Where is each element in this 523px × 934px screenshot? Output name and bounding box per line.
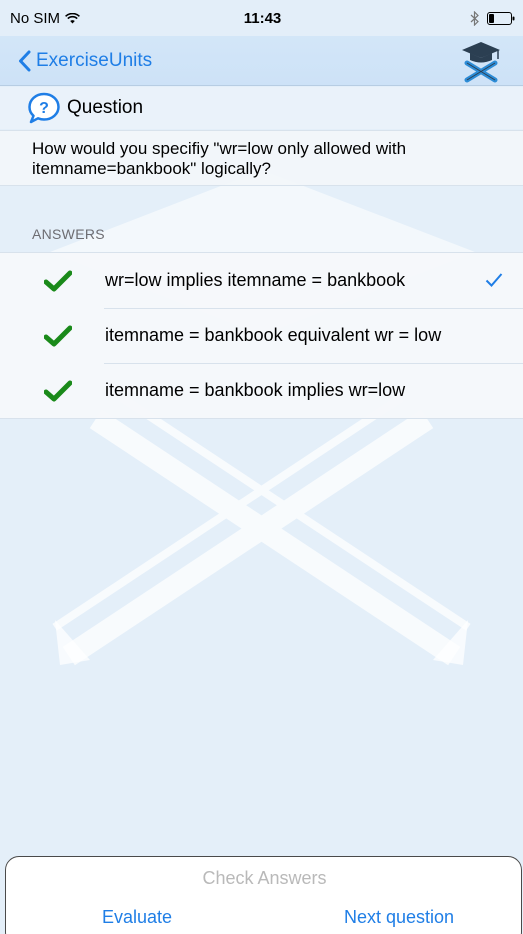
correct-checkmark-icon [44, 270, 72, 292]
answer-row[interactable]: itemname = bankbook implies wr=low [0, 363, 523, 418]
correct-checkmark-icon [44, 325, 72, 347]
answers-list: wr=low implies itemname = bankbook itemn… [0, 252, 523, 419]
evaluate-button[interactable]: Evaluate [6, 907, 268, 928]
question-bubble-icon: ? [28, 92, 60, 124]
carrier-label: No SIM [10, 9, 61, 27]
question-header: ? Question [0, 87, 523, 129]
chevron-left-icon [19, 50, 31, 71]
battery-icon [486, 11, 515, 25]
app-screen: No SIM 11:43 ExerciseUnits ? Question Ho… [0, 0, 523, 934]
bluetooth-icon [470, 10, 479, 26]
correct-checkmark-icon [44, 380, 72, 402]
answer-label: wr=low implies itemname = bankbook [105, 270, 406, 290]
question-title: Question [67, 97, 144, 118]
back-button[interactable]: ExerciseUnits [0, 50, 152, 72]
status-time: 11:43 [243, 9, 282, 27]
svg-text:?: ? [39, 100, 49, 117]
next-question-button[interactable]: Next question [268, 907, 523, 928]
graduation-cap-watermark-icon [50, 170, 475, 666]
answers-section-label: ANSWERS [32, 226, 105, 242]
navigation-bar: ExerciseUnits [0, 36, 523, 86]
answer-row[interactable]: itemname = bankbook equivalent wr = low [0, 308, 523, 363]
status-right [375, 10, 515, 26]
status-left: No SIM [10, 10, 150, 27]
answer-label: itemname = bankbook implies wr=low [105, 380, 406, 400]
selected-checkmark-icon [485, 273, 503, 287]
bottom-action-panel: Check Answers Evaluate Next question [5, 856, 522, 934]
wifi-icon [65, 12, 80, 23]
answer-row[interactable]: wr=low implies itemname = bankbook [0, 253, 523, 308]
graduation-cap-pencils-icon [462, 41, 500, 82]
check-answers-button[interactable]: Check Answers [6, 868, 523, 889]
back-button-label: ExerciseUnits [36, 49, 153, 71]
status-bar: No SIM 11:43 [0, 0, 523, 36]
question-text: How would you specifiy "wr=low only allo… [0, 130, 523, 186]
answer-label: itemname = bankbook equivalent wr = low [105, 325, 442, 345]
